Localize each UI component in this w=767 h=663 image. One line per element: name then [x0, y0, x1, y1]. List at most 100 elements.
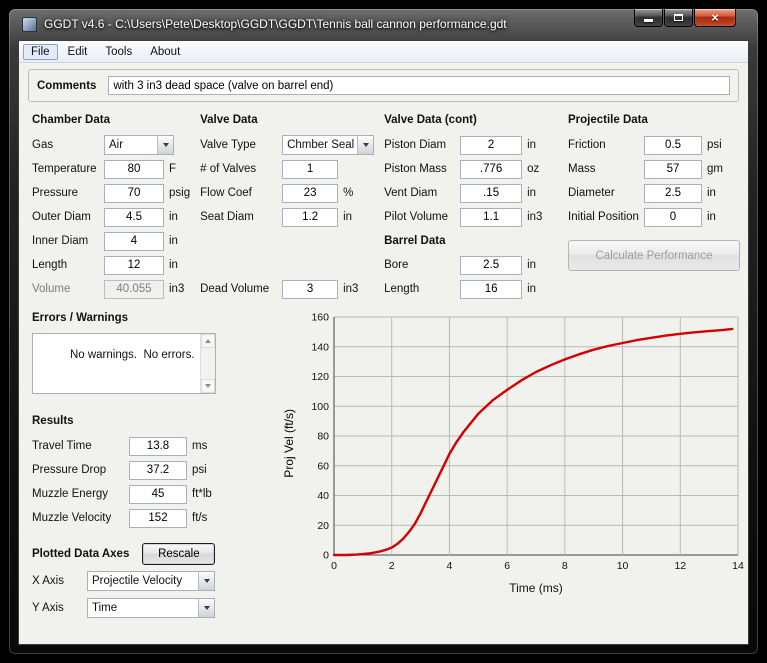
maximize-button[interactable]: [664, 9, 693, 27]
friction-input[interactable]: [644, 136, 702, 155]
y-axis-select[interactable]: Time: [87, 598, 215, 618]
temperature-input[interactable]: [104, 160, 164, 179]
flow-coef-input[interactable]: [282, 184, 338, 203]
chamber-length-unit: in: [169, 259, 178, 271]
inner-diam-input[interactable]: [104, 232, 164, 251]
field-row-inner-diam: Inner Diam in: [32, 229, 190, 253]
bore-input[interactable]: [460, 256, 522, 275]
calculate-performance-button[interactable]: Calculate Performance: [568, 240, 740, 271]
scroll-up-icon[interactable]: [201, 334, 215, 348]
svg-text:14: 14: [732, 560, 744, 572]
volume-unit: in3: [169, 283, 184, 295]
gas-label: Gas: [32, 139, 104, 151]
diameter-input[interactable]: [644, 184, 702, 203]
field-row-bore: Bore in: [384, 253, 558, 277]
dead-volume-input[interactable]: [282, 280, 338, 299]
menu-item-file[interactable]: File: [23, 44, 58, 60]
num-valves-input[interactable]: [282, 160, 338, 179]
initial-position-unit: in: [707, 211, 716, 223]
field-row-flow-coef: Flow Coef %: [200, 181, 374, 205]
field-row-muzzle-velocity: Muzzle Velocity ft/s: [32, 506, 282, 530]
valve-type-select[interactable]: Chmber Seal: [282, 135, 374, 155]
dead-volume-label: Dead Volume: [200, 283, 282, 295]
mass-unit: gm: [707, 163, 723, 175]
scroll-down-icon[interactable]: [201, 379, 215, 393]
muzzle-energy-input[interactable]: [129, 485, 187, 504]
valve-title: Valve Data: [200, 107, 374, 133]
window-title: GGDT v4.6 - C:\Users\Pete\Desktop\GGDT\G…: [44, 17, 507, 31]
menu-item-about[interactable]: About: [142, 44, 188, 60]
chevron-down-icon[interactable]: [198, 572, 214, 590]
diameter-unit: in: [707, 187, 716, 199]
travel-time-unit: ms: [192, 440, 207, 452]
close-button[interactable]: ×: [694, 9, 736, 27]
section-valve-data-cont: Valve Data (cont) Piston Diam in Piston …: [384, 107, 558, 301]
app-icon: [22, 17, 37, 32]
menu-item-edit[interactable]: Edit: [60, 44, 96, 60]
chamber-length-input[interactable]: [104, 256, 164, 275]
pilot-volume-input[interactable]: [460, 208, 522, 227]
vent-diam-input[interactable]: [460, 184, 522, 203]
chevron-down-icon[interactable]: [157, 136, 173, 154]
svg-text:2: 2: [389, 560, 395, 572]
x-axis-select[interactable]: Projectile Velocity: [87, 571, 215, 591]
field-row-chamber-length: Length in: [32, 253, 190, 277]
volume-label: Volume: [32, 283, 104, 295]
app-window: GGDT v4.6 - C:\Users\Pete\Desktop\GGDT\G…: [8, 8, 759, 655]
svg-text:10: 10: [617, 560, 629, 572]
bore-label: Bore: [384, 259, 460, 271]
seat-diam-input[interactable]: [282, 208, 338, 227]
volume-input: [104, 280, 164, 299]
comments-input[interactable]: [108, 76, 730, 95]
svg-text:20: 20: [317, 520, 329, 532]
svg-text:60: 60: [317, 460, 329, 472]
piston-diam-input[interactable]: [460, 136, 522, 155]
chart-area: Proj Vel (ft/s) 020406080100120140160024…: [282, 309, 748, 620]
piston-diam-unit: in: [527, 139, 536, 151]
svg-text:6: 6: [504, 560, 510, 572]
minimize-icon: [644, 19, 653, 22]
pressure-input[interactable]: [104, 184, 164, 203]
y-axis-label: Y Axis: [32, 602, 87, 614]
piston-diam-label: Piston Diam: [384, 139, 460, 151]
left-column: Errors / Warnings No warnings. No errors…: [32, 305, 282, 620]
errors-scrollbar[interactable]: [200, 334, 215, 393]
piston-mass-input[interactable]: [460, 160, 522, 179]
rescale-button[interactable]: Rescale: [142, 543, 215, 565]
section-chamber-data: Chamber Data Gas Air Temperature F Press…: [32, 107, 190, 301]
menu-item-tools[interactable]: Tools: [97, 44, 140, 60]
errors-text: No warnings. No errors.: [70, 349, 195, 361]
piston-mass-unit: oz: [527, 163, 539, 175]
arrow-icon: [204, 606, 210, 610]
initial-position-input[interactable]: [644, 208, 702, 227]
chevron-down-icon[interactable]: [357, 136, 373, 154]
muzzle-velocity-input[interactable]: [129, 509, 187, 528]
chevron-down-icon[interactable]: [198, 599, 214, 617]
temperature-label: Temperature: [32, 163, 104, 175]
muzzle-velocity-label: Muzzle Velocity: [32, 512, 129, 524]
bottom-panel: Errors / Warnings No warnings. No errors…: [19, 301, 748, 620]
errors-textbox[interactable]: No warnings. No errors.: [32, 333, 216, 394]
arrow-icon: [204, 579, 210, 583]
outer-diam-input[interactable]: [104, 208, 164, 227]
barrel-length-input[interactable]: [460, 280, 522, 299]
travel-time-input[interactable]: [129, 437, 187, 456]
chamber-length-label: Length: [32, 259, 104, 271]
menubar: File Edit Tools About: [19, 41, 748, 63]
mass-input[interactable]: [644, 160, 702, 179]
chart-ylabel-wrap: Proj Vel (ft/s): [282, 309, 296, 620]
client-area: File Edit Tools About Comments Chamber D…: [18, 40, 749, 645]
pressure-drop-input[interactable]: [129, 461, 187, 480]
friction-label: Friction: [568, 139, 644, 151]
gas-select[interactable]: Air: [104, 135, 174, 155]
maximize-icon: [674, 14, 683, 21]
minimize-button[interactable]: [634, 9, 663, 27]
num-valves-label: # of Valves: [200, 163, 282, 175]
field-row-friction: Friction psi: [568, 133, 740, 157]
field-row-pilot-volume: Pilot Volume in3: [384, 205, 558, 229]
field-row-piston-diam: Piston Diam in: [384, 133, 558, 157]
seat-diam-label: Seat Diam: [200, 211, 282, 223]
caption-buttons: ×: [633, 9, 736, 27]
pilot-volume-unit: in3: [527, 211, 542, 223]
plotted-axes-title: Plotted Data Axes: [32, 541, 129, 567]
